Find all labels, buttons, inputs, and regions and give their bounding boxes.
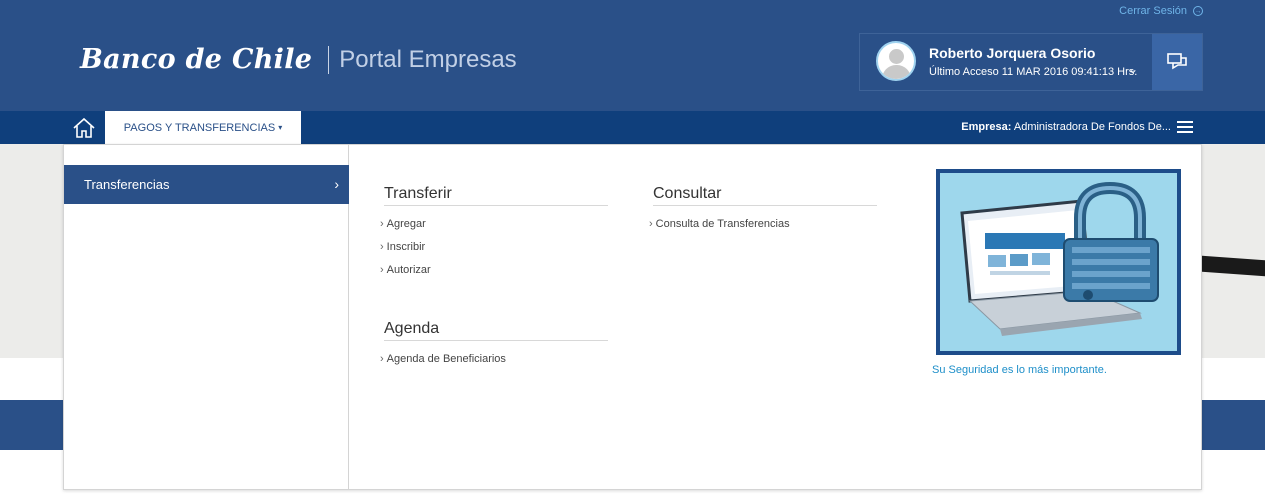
logout-label[interactable]: Cerrar Sesión — [1119, 5, 1187, 17]
company-label: Empresa: — [961, 121, 1012, 133]
link-consulta-de-transferencias[interactable]: Consulta de Transferencias — [649, 218, 790, 230]
chat-button[interactable] — [1152, 34, 1202, 90]
section-title-consultar: Consultar — [653, 185, 877, 206]
sidebar-item-transferencias[interactable]: Transferencias › — [64, 165, 349, 204]
user-avatar-icon — [876, 41, 916, 81]
sidebar-item-label[interactable]: Transferencias — [84, 177, 170, 192]
section-title-transferir: Transferir — [384, 185, 608, 206]
main-navbar: PAGOS Y TRANSFERENCIAS ▾ Empresa: Admini… — [0, 111, 1265, 144]
page: Cerrar Sesión → Banco de Chile Portal Em… — [0, 0, 1265, 500]
chevron-right-icon: › — [334, 176, 339, 192]
mega-menu-panel: Transferencias › Transferir Agregar Insc… — [63, 144, 1202, 490]
tab-pagos-y-transferencias[interactable]: PAGOS Y TRANSFERENCIAS ▾ — [105, 111, 301, 144]
laptop-padlock-illustration — [960, 181, 1159, 336]
section-title-agenda: Agenda — [384, 320, 608, 341]
user-name: Roberto Jorquera Osorio — [929, 45, 1096, 61]
company-value[interactable]: Administradora De Fondos De... — [1014, 121, 1171, 133]
hamburger-menu-icon[interactable] — [1177, 121, 1193, 134]
promo-caption-link[interactable]: Su Seguridad es lo más importante. — [932, 364, 1107, 376]
logout-link[interactable]: Cerrar Sesión → — [1119, 5, 1203, 17]
user-panel[interactable]: Roberto Jorquera Osorio Último Acceso 11… — [859, 33, 1203, 91]
header: Cerrar Sesión → Banco de Chile Portal Em… — [0, 0, 1265, 111]
menu-sidebar: Transferencias › — [64, 145, 349, 489]
link-agenda-de-beneficiarios[interactable]: Agenda de Beneficiarios — [380, 353, 506, 365]
chat-icon — [1167, 53, 1187, 70]
brand-divider — [328, 45, 330, 74]
security-promo-image[interactable] — [936, 169, 1181, 355]
link-autorizar[interactable]: Autorizar — [380, 264, 431, 276]
link-inscribir[interactable]: Inscribir — [380, 241, 426, 253]
home-button[interactable] — [70, 116, 98, 140]
brand: Banco de Chile Portal Empresas — [80, 44, 517, 75]
link-agregar[interactable]: Agregar — [380, 218, 426, 230]
home-icon — [73, 117, 95, 138]
company-selector[interactable]: Empresa: Administradora De Fondos De... — [961, 121, 1171, 133]
user-last-access: Último Acceso 11 MAR 2016 09:41:13 Hrs. — [929, 66, 1138, 78]
chevron-down-icon: ▾ — [278, 123, 283, 132]
chevron-down-icon[interactable]: ⌄ — [1128, 62, 1138, 76]
tab-label[interactable]: PAGOS Y TRANSFERENCIAS — [124, 122, 275, 134]
portal-title: Portal Empresas — [339, 45, 517, 73]
bank-logo: Banco de Chile — [80, 44, 313, 75]
logout-icon[interactable]: → — [1193, 6, 1203, 16]
